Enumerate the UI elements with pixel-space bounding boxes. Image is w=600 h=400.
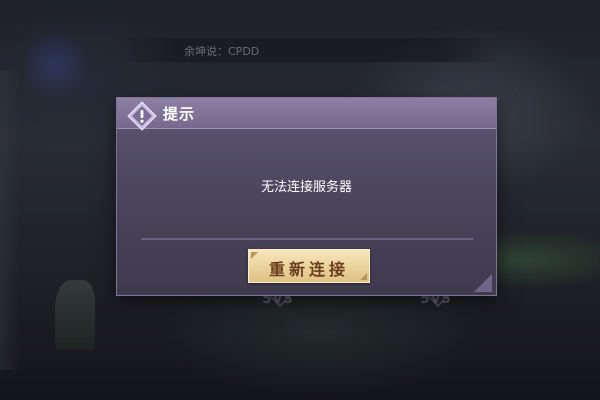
reconnect-button-label: 重新连接 — [268, 260, 349, 279]
exclamation-diamond-icon — [127, 101, 157, 131]
dialog-header: 提示 — [117, 98, 496, 129]
error-message: 无法连接服务器 — [260, 180, 352, 195]
corner-triangle-icon — [474, 274, 492, 292]
reconnect-button[interactable]: 重新连接 — [248, 249, 370, 283]
dialog-title: 提示 — [163, 105, 196, 123]
game-scene: 余坤说：CPDD 5V5 5V5 提示 无法连接服务器 重新连接 — [0, 0, 600, 400]
connection-error-dialog: 提示 无法连接服务器 重新连接 — [116, 97, 497, 296]
button-corner-deco — [251, 252, 258, 259]
dialog-divider — [141, 238, 473, 240]
button-corner-deco — [360, 273, 367, 280]
